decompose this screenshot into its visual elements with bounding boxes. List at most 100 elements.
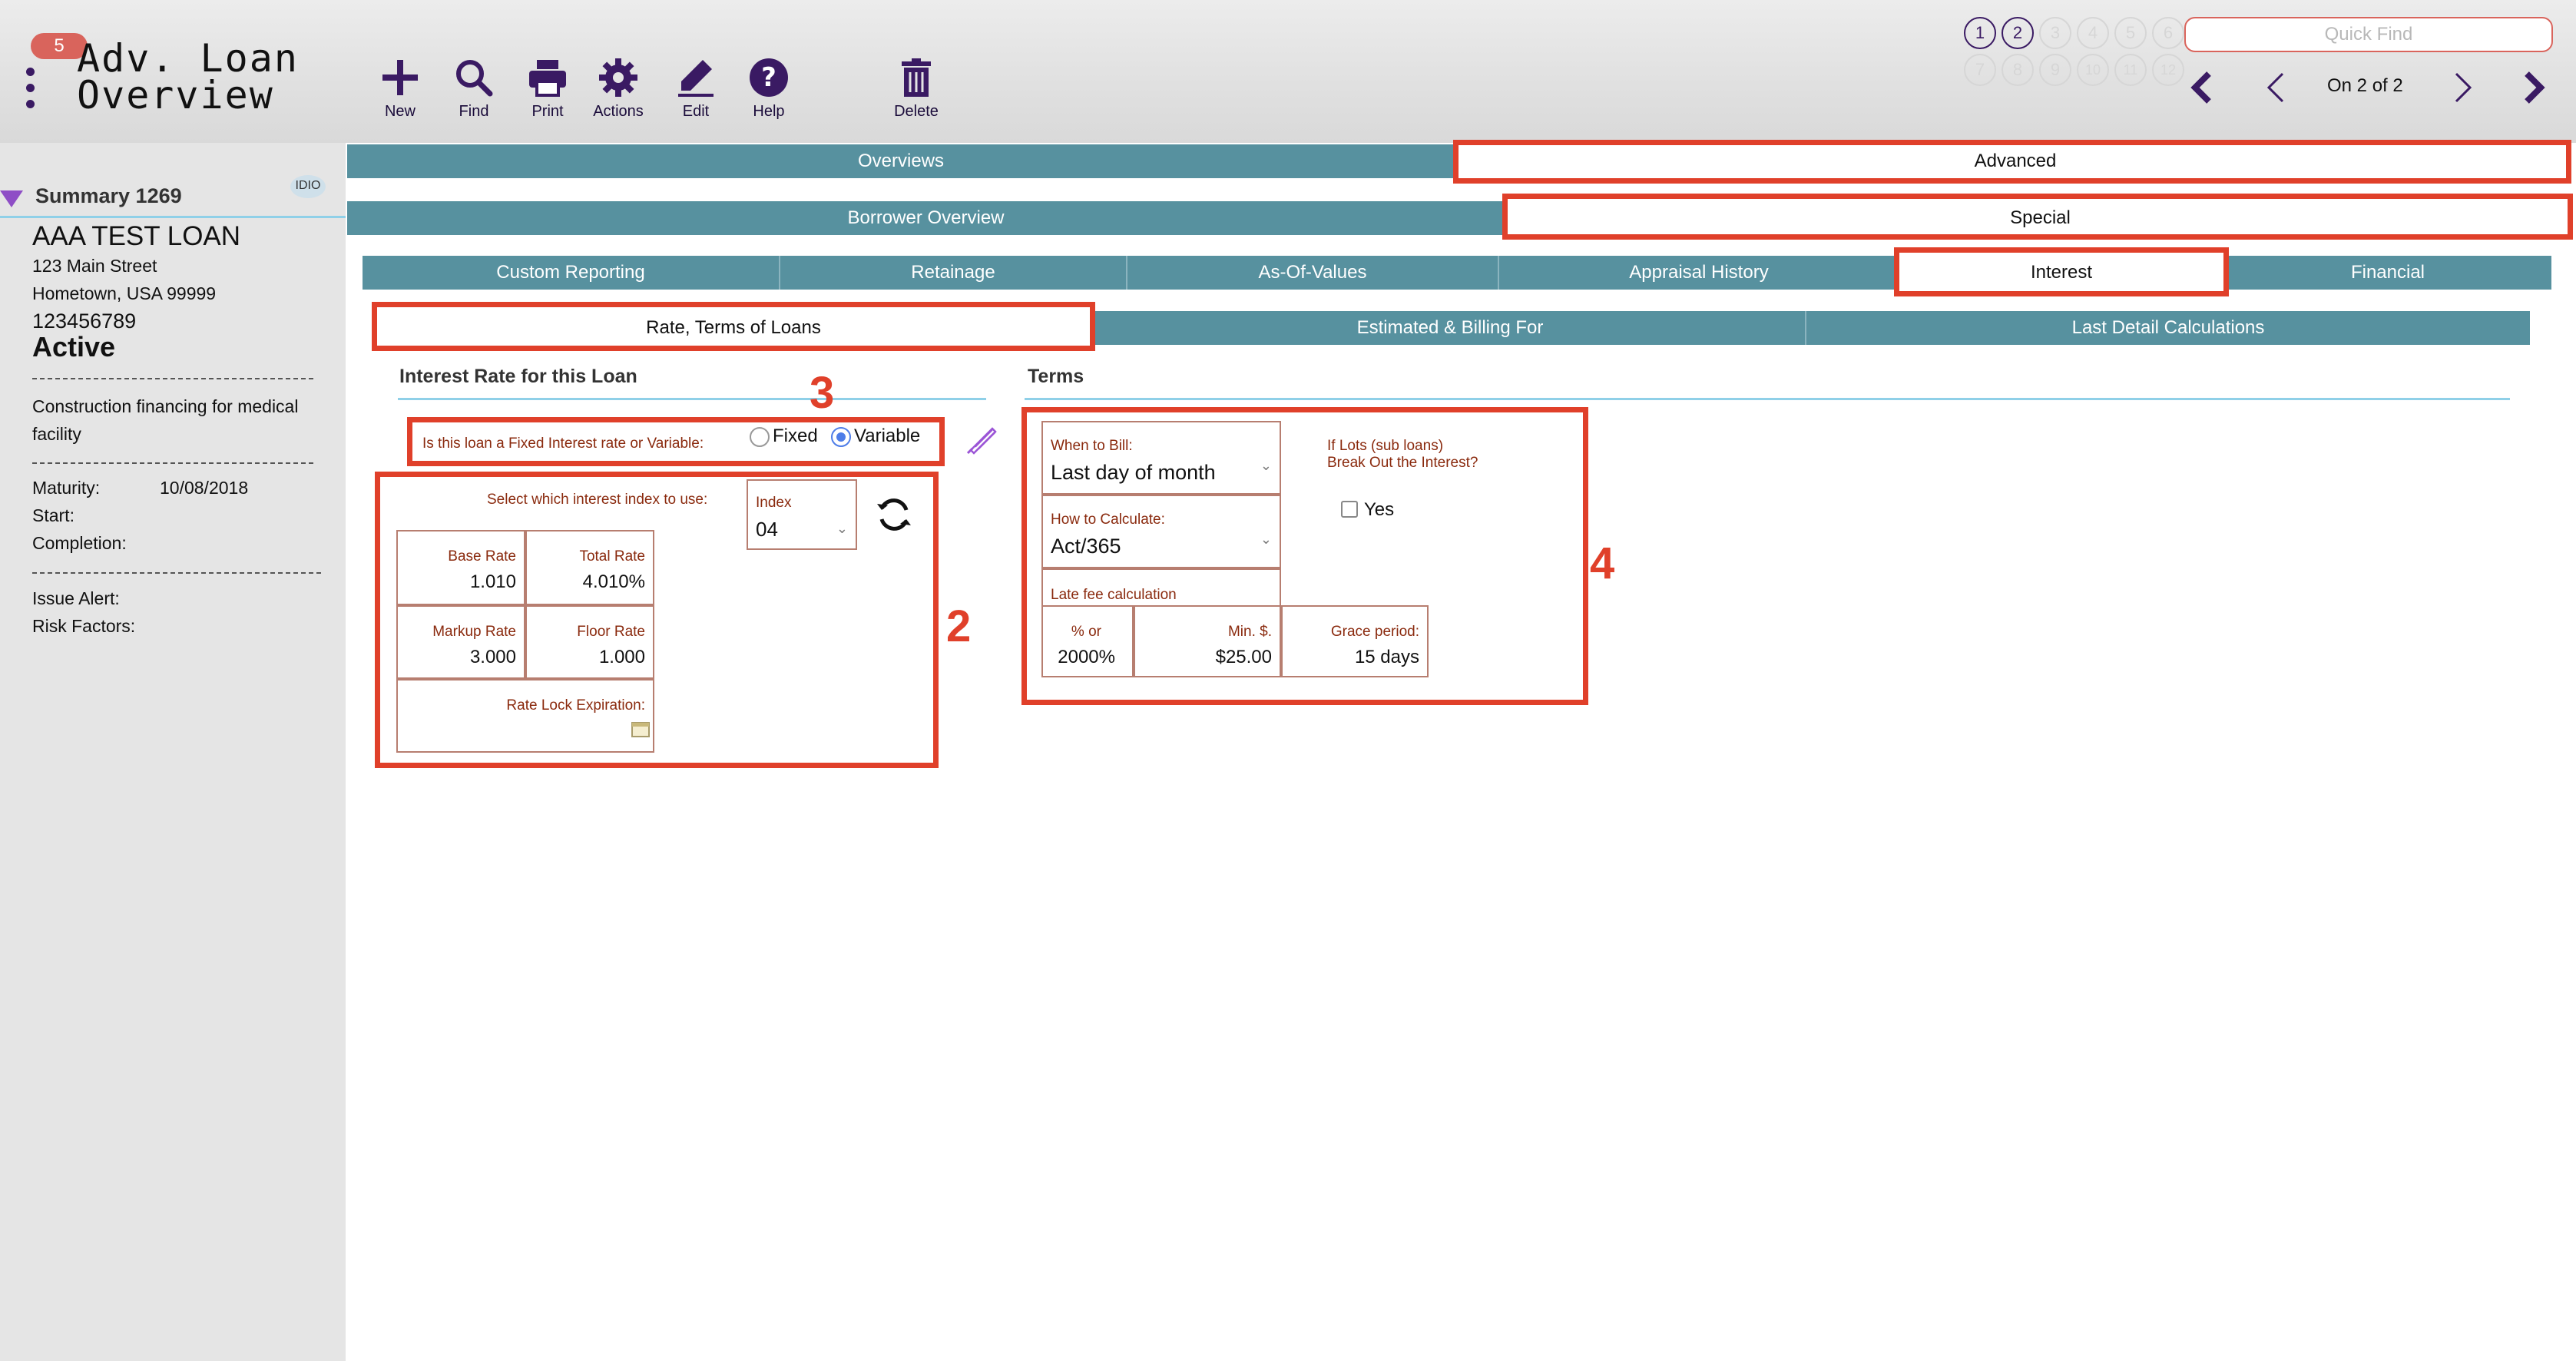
refresh-icon[interactable] <box>874 495 914 535</box>
divider <box>32 572 321 574</box>
late-fee-percent-field[interactable]: % or 2000% <box>1041 605 1134 677</box>
gear-icon <box>599 58 637 97</box>
markup-rate-field[interactable]: Markup Rate 3.000 <box>396 605 525 679</box>
tab-special[interactable]: Special <box>1505 201 2576 235</box>
tab-as-of-values[interactable]: As-Of-Values <box>1126 256 1498 290</box>
terms-section-title: Terms <box>1028 366 1084 387</box>
loan-name: AAA TEST LOAN <box>32 221 241 251</box>
quick-find-input[interactable]: Quick Find <box>2184 17 2553 52</box>
tab-appraisal-history[interactable]: Appraisal History <box>1498 256 1899 290</box>
collapse-triangle-icon[interactable] <box>0 190 23 207</box>
divider <box>0 216 346 218</box>
rate-type-question: Is this loan a Fixed Interest rate or Va… <box>422 435 704 452</box>
select-index-label: Select which interest index to use: <box>487 492 708 508</box>
chevron-down-icon: ⌄ <box>1260 531 1272 547</box>
record-position: On 2 of 2 <box>2327 75 2403 96</box>
chevron-down-icon: ⌄ <box>1260 458 1272 473</box>
tabbar-level1: Overviews Advanced <box>347 144 2576 178</box>
divider <box>32 462 313 464</box>
status-label: Active <box>32 331 116 363</box>
annotation-number: 4 <box>1590 538 1615 588</box>
tab-advanced[interactable]: Advanced <box>1455 144 2576 178</box>
idio-button[interactable]: IDIO <box>290 175 326 198</box>
interest-section-title: Interest Rate for this Loan <box>399 366 637 387</box>
grace-period-field[interactable]: Grace period: 15 days <box>1281 605 1429 677</box>
issue-alert-label: Issue Alert: <box>32 588 120 608</box>
divider <box>1025 398 2510 400</box>
pencil-icon <box>678 60 714 97</box>
next-record-icon[interactable] <box>2452 71 2475 104</box>
late-fee-min-field[interactable]: Min. $. $25.00 <box>1134 605 1281 677</box>
page-9-button: 9 <box>2039 54 2071 86</box>
lots-breakout-label: If Lots (sub loans) Break Out the Intere… <box>1327 438 1478 471</box>
page-11-button: 11 <box>2114 54 2147 86</box>
rate-lock-expiration-field[interactable]: Rate Lock Expiration: <box>396 679 654 753</box>
page-2-button[interactable]: 2 <box>2002 17 2034 49</box>
annotation-number: 3 <box>810 368 835 418</box>
delete-button[interactable]: Delete <box>874 57 959 121</box>
annotation-number: 2 <box>946 601 972 651</box>
new-button[interactable]: New <box>358 57 442 121</box>
tabbar-level2: Borrower Overview Special <box>347 201 2576 235</box>
divider <box>398 398 986 400</box>
loan-number: 123456789 <box>32 310 137 333</box>
maturity-value: 10/08/2018 <box>160 478 249 498</box>
when-to-bill-select[interactable]: When to Bill: Last day of month ⌄ <box>1041 421 1281 495</box>
previous-record-icon[interactable] <box>2264 71 2287 104</box>
tab-rate-terms[interactable]: Rate, Terms of Loans <box>372 311 1095 345</box>
floor-rate-field[interactable]: Floor Rate 1.000 <box>525 605 654 679</box>
calendar-icon[interactable] <box>631 720 650 737</box>
page-5-button: 5 <box>2114 17 2147 49</box>
pen-icon[interactable] <box>966 424 1000 455</box>
summary-label: Summary 1269 <box>35 184 182 207</box>
variable-radio-label: Variable <box>854 426 921 446</box>
lots-yes-label: Yes <box>1364 499 1395 520</box>
page-3-button: 3 <box>2039 17 2071 49</box>
page-title: Adv. Loan Overview <box>77 36 299 118</box>
tabbar-level3: Custom Reporting Retainage As-Of-Values … <box>363 256 2551 290</box>
total-rate-field[interactable]: Total Rate 4.010% <box>525 530 654 605</box>
tab-estimated-billing[interactable]: Estimated & Billing For <box>1095 311 1805 345</box>
fixed-radio[interactable] <box>750 427 770 447</box>
address-line2: Hometown, USA 99999 <box>32 283 217 303</box>
svg-text:?: ? <box>761 62 776 93</box>
loan-description: Construction financing for medical facil… <box>32 396 299 444</box>
tab-borrower-overview[interactable]: Borrower Overview <box>347 201 1505 235</box>
tab-retainage[interactable]: Retainage <box>779 256 1126 290</box>
fixed-radio-label: Fixed <box>773 426 818 446</box>
tab-overviews[interactable]: Overviews <box>347 144 1455 178</box>
completion-label: Completion: <box>32 533 127 553</box>
edit-button[interactable]: Edit <box>654 57 738 121</box>
tabbar-level4: Rate, Terms of Loans Estimated & Billing… <box>372 311 2530 345</box>
last-record-icon[interactable] <box>2522 71 2545 104</box>
chevron-down-icon: ⌄ <box>836 521 848 536</box>
page-8-button: 8 <box>2002 54 2034 86</box>
plus-icon <box>382 60 418 95</box>
page-1-button[interactable]: 1 <box>1964 17 1996 49</box>
variable-radio[interactable] <box>831 427 851 447</box>
page-4-button: 4 <box>2077 17 2109 49</box>
page-10-button: 10 <box>2077 54 2109 86</box>
divider <box>32 378 313 379</box>
page-7-button: 7 <box>1964 54 1996 86</box>
index-select[interactable]: Index 04 ⌄ <box>747 479 857 550</box>
help-button[interactable]: ? Help <box>727 57 811 121</box>
tab-custom-reporting[interactable]: Custom Reporting <box>363 256 779 290</box>
trash-icon <box>902 58 931 97</box>
base-rate-field[interactable]: Base Rate 1.010 <box>396 530 525 605</box>
address-line1: 123 Main Street <box>32 256 157 276</box>
first-record-icon[interactable] <box>2190 71 2213 104</box>
printer-icon <box>529 60 566 97</box>
tab-financial[interactable]: Financial <box>2224 256 2551 290</box>
lots-yes-checkbox[interactable] <box>1341 501 1358 518</box>
how-to-calculate-select[interactable]: How to Calculate: Act/365 ⌄ <box>1041 495 1281 568</box>
tab-last-detail-calculations[interactable]: Last Detail Calculations <box>1805 311 2530 345</box>
risk-factors-label: Risk Factors: <box>32 616 136 636</box>
page-6-button: 6 <box>2152 17 2184 49</box>
more-menu-icon[interactable] <box>25 68 35 111</box>
tab-interest[interactable]: Interest <box>1899 256 2224 290</box>
late-fee-group: Late fee calculation <box>1041 568 1281 608</box>
page-12-button: 12 <box>2152 54 2184 86</box>
find-button[interactable]: Find <box>432 57 516 121</box>
actions-button[interactable]: Actions <box>576 57 661 121</box>
